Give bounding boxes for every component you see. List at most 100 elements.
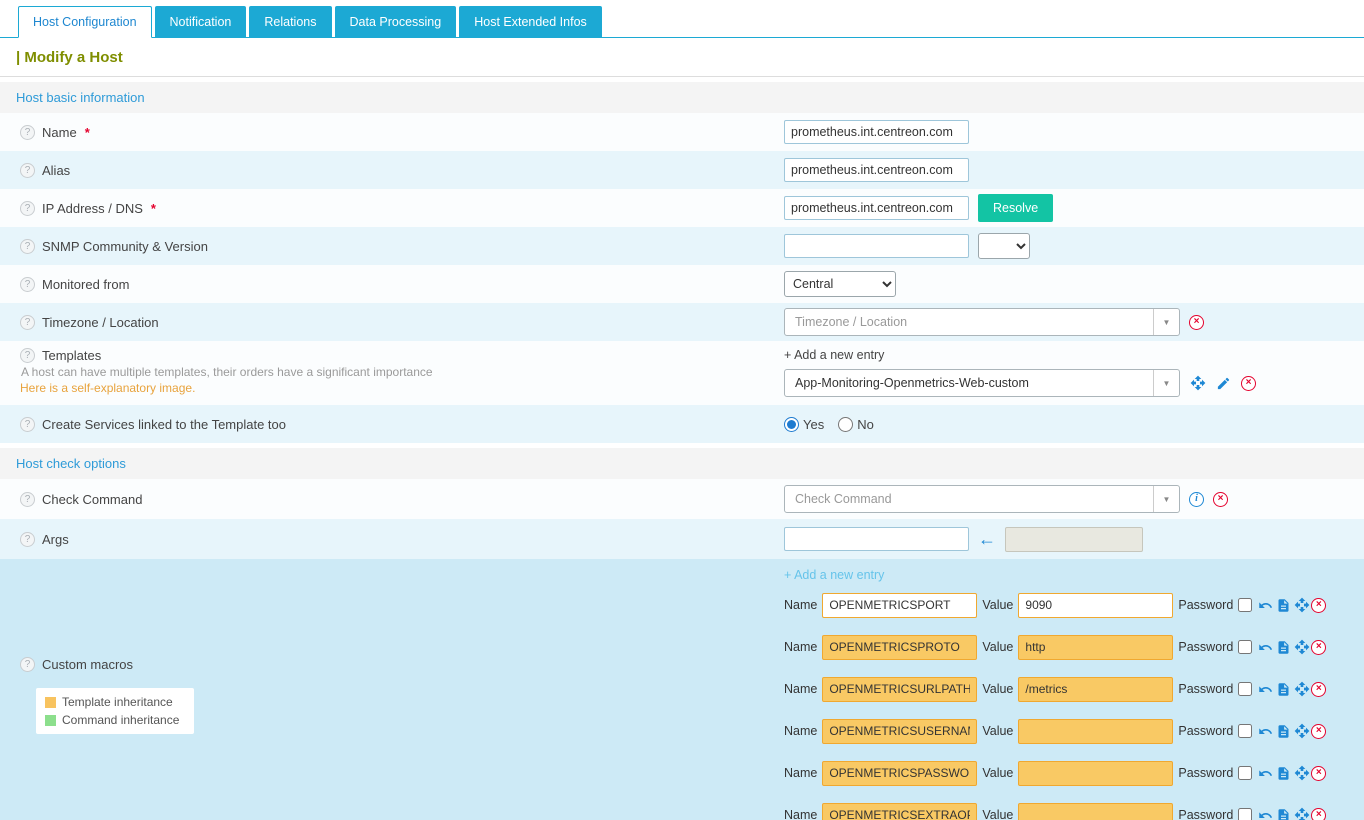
- ip-input[interactable]: [784, 196, 969, 220]
- templates-help-text: A host can have multiple templates, thei…: [21, 365, 433, 379]
- move-icon[interactable]: [1293, 681, 1310, 698]
- undo-icon[interactable]: [1257, 597, 1274, 614]
- create-services-no-radio[interactable]: [838, 417, 853, 432]
- macro-password-checkbox[interactable]: [1238, 724, 1252, 738]
- tab-host-extended-infos[interactable]: Host Extended Infos: [459, 6, 602, 37]
- chevron-down-icon: ▼: [1153, 486, 1179, 512]
- snmp-version-select[interactable]: [978, 233, 1030, 259]
- macro-row: Name Value Password ×: [784, 800, 1350, 820]
- form-row-alias: ? Alias: [0, 151, 1364, 189]
- templates-add-entry-link[interactable]: + Add a new entry: [784, 348, 884, 362]
- macro-name-input[interactable]: [822, 761, 977, 786]
- help-icon[interactable]: ?: [20, 532, 35, 547]
- edit-pencil-icon[interactable]: [1215, 375, 1232, 392]
- macros-add-entry-link[interactable]: + Add a new entry: [784, 568, 884, 582]
- help-icon[interactable]: ?: [20, 657, 35, 672]
- monitored-from-select[interactable]: Central: [784, 271, 896, 297]
- macro-name-input[interactable]: [822, 803, 977, 820]
- tab-notification[interactable]: Notification: [155, 6, 247, 37]
- alias-label: Alias: [42, 163, 70, 178]
- help-icon[interactable]: ?: [20, 492, 35, 507]
- timezone-select[interactable]: Timezone / Location ▼: [784, 308, 1180, 336]
- green-swatch-icon: [45, 715, 56, 726]
- macro-password-checkbox[interactable]: [1238, 640, 1252, 654]
- move-icon[interactable]: [1189, 375, 1206, 392]
- delete-icon[interactable]: ×: [1213, 492, 1228, 507]
- snmp-community-input[interactable]: [784, 234, 969, 258]
- macro-password-checkbox[interactable]: [1238, 766, 1252, 780]
- macro-password-label: Password: [1178, 766, 1233, 780]
- help-icon[interactable]: ?: [20, 315, 35, 330]
- arrow-left-icon: ←: [978, 530, 996, 548]
- help-icon[interactable]: ?: [20, 125, 35, 140]
- macro-value-input[interactable]: [1018, 803, 1173, 820]
- info-icon[interactable]: i: [1189, 492, 1204, 507]
- description-icon[interactable]: [1275, 639, 1292, 656]
- timezone-label: Timezone / Location: [42, 315, 159, 330]
- check-command-select[interactable]: Check Command ▼: [784, 485, 1180, 513]
- delete-icon[interactable]: ×: [1189, 315, 1204, 330]
- form-row-timezone: ? Timezone / Location Timezone / Locatio…: [0, 303, 1364, 341]
- form-row-templates: ? Templates A host can have multiple tem…: [0, 341, 1364, 405]
- help-icon[interactable]: ?: [20, 201, 35, 216]
- create-services-yes-radio[interactable]: [784, 417, 799, 432]
- macro-value-input[interactable]: [1018, 761, 1173, 786]
- macro-password-checkbox[interactable]: [1238, 682, 1252, 696]
- undo-icon[interactable]: [1257, 639, 1274, 656]
- macro-value-input[interactable]: [1018, 677, 1173, 702]
- args-linked-input: [1005, 527, 1143, 552]
- move-icon[interactable]: [1293, 807, 1310, 820]
- tab-host-configuration[interactable]: Host Configuration: [18, 6, 152, 38]
- macro-name-label: Name: [784, 640, 817, 654]
- legend-command-inheritance: Command inheritance: [45, 713, 185, 727]
- move-icon[interactable]: [1293, 765, 1310, 782]
- templates-label: Templates: [42, 348, 101, 363]
- required-asterisk: *: [151, 201, 156, 216]
- delete-icon[interactable]: ×: [1311, 766, 1326, 781]
- description-icon[interactable]: [1275, 723, 1292, 740]
- macro-value-input[interactable]: [1018, 719, 1173, 744]
- macro-name-input[interactable]: [822, 677, 977, 702]
- help-icon[interactable]: ?: [20, 163, 35, 178]
- delete-icon[interactable]: ×: [1311, 808, 1326, 820]
- delete-icon[interactable]: ×: [1311, 640, 1326, 655]
- undo-icon[interactable]: [1257, 765, 1274, 782]
- help-icon[interactable]: ?: [20, 417, 35, 432]
- help-icon[interactable]: ?: [20, 239, 35, 254]
- macro-name-input[interactable]: [822, 635, 977, 660]
- move-icon[interactable]: [1293, 723, 1310, 740]
- help-icon[interactable]: ?: [20, 348, 35, 363]
- undo-icon[interactable]: [1257, 723, 1274, 740]
- template-select[interactable]: App-Monitoring-Openmetrics-Web-custom ▼: [784, 369, 1180, 397]
- macro-value-input[interactable]: [1018, 593, 1173, 618]
- move-icon[interactable]: [1293, 597, 1310, 614]
- description-icon[interactable]: [1275, 807, 1292, 820]
- delete-icon[interactable]: ×: [1311, 724, 1326, 739]
- tab-data-processing[interactable]: Data Processing: [335, 6, 457, 37]
- resolve-button[interactable]: Resolve: [978, 194, 1053, 222]
- alias-input[interactable]: [784, 158, 969, 182]
- undo-icon[interactable]: [1257, 807, 1274, 820]
- macro-value-label: Value: [982, 724, 1013, 738]
- macro-password-checkbox[interactable]: [1238, 598, 1252, 612]
- args-input[interactable]: [784, 527, 969, 551]
- delete-icon[interactable]: ×: [1311, 682, 1326, 697]
- macro-name-input[interactable]: [822, 593, 977, 618]
- help-icon[interactable]: ?: [20, 277, 35, 292]
- undo-icon[interactable]: [1257, 681, 1274, 698]
- move-icon[interactable]: [1293, 639, 1310, 656]
- macro-password-checkbox[interactable]: [1238, 808, 1252, 820]
- macro-value-input[interactable]: [1018, 635, 1173, 660]
- form-row-name: ? Name *: [0, 113, 1364, 151]
- tab-bar: Host Configuration Notification Relation…: [0, 0, 1364, 38]
- macro-name-input[interactable]: [822, 719, 977, 744]
- delete-icon[interactable]: ×: [1241, 376, 1256, 391]
- description-icon[interactable]: [1275, 681, 1292, 698]
- check-command-label: Check Command: [42, 492, 142, 507]
- delete-icon[interactable]: ×: [1311, 598, 1326, 613]
- description-icon[interactable]: [1275, 597, 1292, 614]
- description-icon[interactable]: [1275, 765, 1292, 782]
- name-input[interactable]: [784, 120, 969, 144]
- tab-relations[interactable]: Relations: [249, 6, 331, 37]
- templates-help-link[interactable]: Here is a self-explanatory image.: [20, 381, 195, 395]
